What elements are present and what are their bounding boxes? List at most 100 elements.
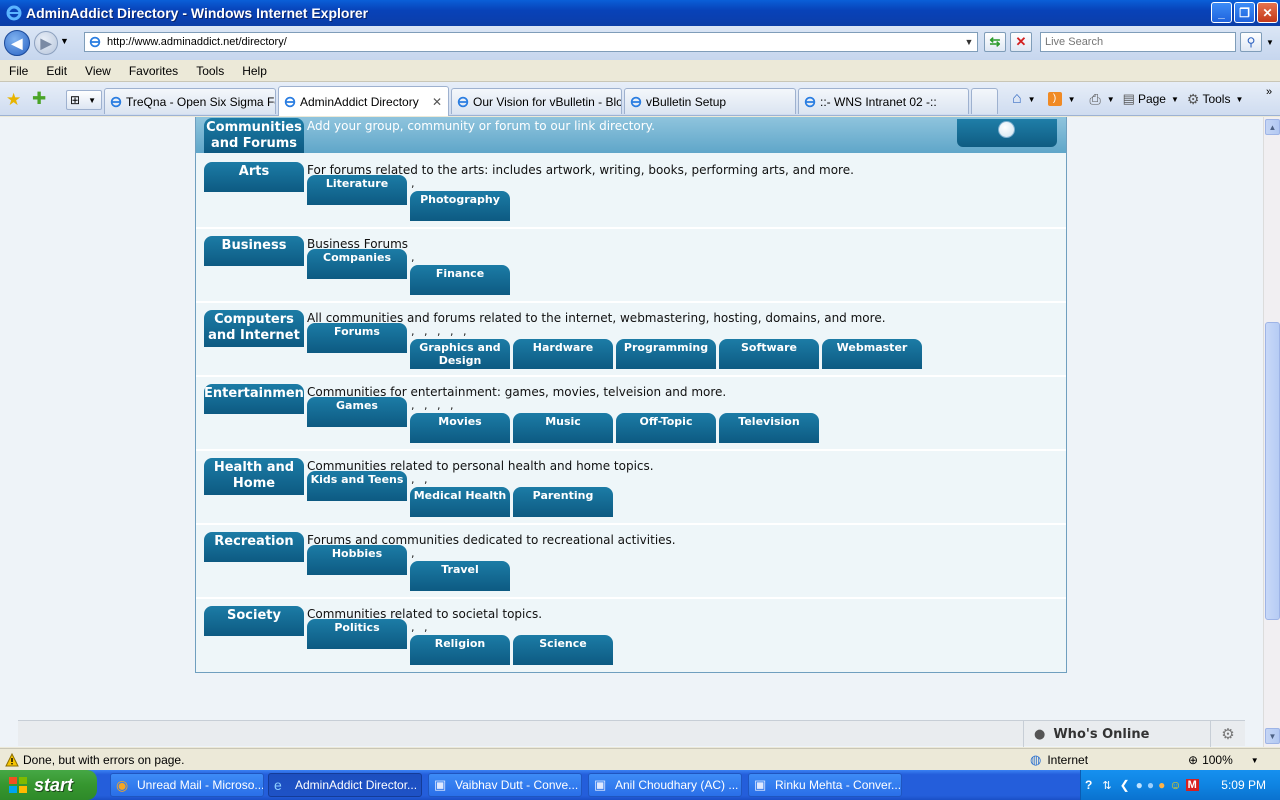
toolbar-chevron-icon[interactable]: » (1266, 86, 1272, 98)
tab-vbulletin-setup[interactable]: vBulletin Setup (624, 88, 796, 114)
scroll-down-arrow-icon[interactable]: ▼ (1265, 728, 1280, 744)
subforum-graphics-and-design[interactable]: Graphics and Design (410, 339, 510, 369)
favorites-star-icon[interactable]: ★ (6, 90, 21, 110)
search-input[interactable] (1040, 32, 1236, 52)
subforum-science[interactable]: Science (513, 635, 613, 665)
menu-help[interactable]: Help (233, 64, 276, 78)
warning-icon[interactable] (5, 752, 19, 767)
task-vaibhav-dutt[interactable]: ▣ Vaibhav Dutt - Conve... (428, 773, 582, 797)
mcafee-icon[interactable]: M (1185, 779, 1199, 791)
new-tab-button[interactable] (971, 88, 998, 114)
task-unread-mail[interactable]: ◉ Unread Mail - Microso... (110, 773, 264, 797)
subforum-webmaster[interactable]: Webmaster (822, 339, 922, 369)
subforum-companies[interactable]: Companies (307, 249, 407, 279)
subforum-hardware[interactable]: Hardware (513, 339, 613, 369)
tools-menu[interactable]: Tools (1202, 92, 1230, 106)
print-dropdown-icon[interactable]: ▼ (1107, 95, 1115, 104)
smiley-icon[interactable]: ☺ (1169, 778, 1181, 792)
subforum-medical-health[interactable]: Medical Health (410, 487, 510, 517)
vertical-scrollbar[interactable]: ▲ ▼ (1263, 117, 1280, 747)
feeds-dropdown-icon[interactable]: ▼ (1068, 95, 1076, 104)
category-health-and-home[interactable]: Health and Home (204, 458, 304, 495)
category-arts[interactable]: Arts (204, 162, 304, 192)
tools-dropdown-icon[interactable]: ▼ (1235, 95, 1243, 104)
subforum-travel[interactable]: Travel (410, 561, 510, 591)
windows-flag-icon (9, 777, 27, 793)
address-dropdown-icon[interactable]: ▼ (961, 33, 977, 51)
subforum-programming[interactable]: Programming (616, 339, 716, 369)
category-row: Health and Home Communities related to p… (196, 451, 1066, 525)
subforum-photography[interactable]: Photography (410, 191, 510, 221)
home-dropdown-icon[interactable]: ▼ (1028, 95, 1036, 104)
zone-label: Internet (1047, 753, 1089, 767)
menu-favorites[interactable]: Favorites (120, 64, 187, 78)
subforum-finance[interactable]: Finance (410, 265, 510, 295)
tab-list-dropdown-icon[interactable]: ▼ (88, 96, 96, 105)
menu-tools[interactable]: Tools (187, 64, 233, 78)
subforum-off-topic[interactable]: Off-Topic (616, 413, 716, 443)
tray-arrow-icon[interactable]: ❮ (1120, 778, 1130, 792)
zoom-control[interactable]: ⊕ 100% ▼ (1188, 751, 1259, 769)
network-icon[interactable]: ⇅ (1102, 779, 1111, 792)
category-recreation[interactable]: Recreation (204, 532, 304, 562)
forward-button[interactable]: ▶ (34, 31, 58, 55)
zoom-dropdown-icon[interactable]: ▼ (1251, 756, 1259, 765)
help-icon[interactable]: ? (1085, 778, 1092, 792)
stop-button[interactable]: ✕ (1010, 32, 1032, 52)
subforum-parenting[interactable]: Parenting (513, 487, 613, 517)
menu-edit[interactable]: Edit (37, 64, 76, 78)
subforum-kids-and-teens[interactable]: Kids and Teens (307, 471, 407, 501)
whos-online-button[interactable]: ● Who's Online (1023, 721, 1210, 747)
subforum-software[interactable]: Software (719, 339, 819, 369)
subforum-hobbies[interactable]: Hobbies (307, 545, 407, 575)
close-window-button[interactable]: ✕ (1257, 2, 1278, 23)
start-button[interactable]: start (0, 770, 97, 800)
tab-treqna[interactable]: TreQna - Open Six Sigma Fo... (104, 88, 276, 114)
url-field[interactable]: http://www.adminaddict.net/directory/ ▼ (84, 32, 978, 52)
quick-tabs-button[interactable]: ⊞ ▼ (66, 90, 102, 110)
category-society[interactable]: Society (204, 606, 304, 636)
subforum-literature[interactable]: Literature (307, 175, 407, 205)
tab-wns-intranet[interactable]: ::- WNS Intranet 02 -:: (798, 88, 969, 114)
add-favorites-icon[interactable]: ✚ (32, 89, 46, 109)
category-business[interactable]: Business (204, 236, 304, 266)
tab-vbulletin-vision[interactable]: Our Vision for vBulletin - Blo... (451, 88, 622, 114)
refresh-button[interactable]: ⇆ (984, 32, 1006, 52)
search-icon[interactable]: ⚲ (1240, 32, 1262, 52)
category-entertainment[interactable]: Entertainmen (204, 384, 304, 414)
scroll-thumb[interactable] (1265, 322, 1280, 620)
menu-view[interactable]: View (76, 64, 120, 78)
close-tab-icon[interactable]: ✕ (432, 95, 442, 109)
home-icon[interactable]: ⌂ (1012, 90, 1022, 108)
security-zone[interactable]: ◍ Internet (1030, 751, 1088, 769)
page-menu[interactable]: Page (1138, 92, 1166, 106)
restore-button[interactable]: ❐ (1234, 2, 1255, 23)
subforum-music[interactable]: Music (513, 413, 613, 443)
minimize-button[interactable]: _ (1211, 2, 1232, 23)
tab-adminaddict[interactable]: AdminAddict Directory ✕ (278, 86, 449, 116)
back-button[interactable]: ◀ (4, 30, 30, 56)
outlook-icon[interactable]: ● (1158, 778, 1165, 792)
history-dropdown-icon[interactable]: ▼ (60, 36, 69, 46)
print-icon[interactable]: ⎙ (1090, 91, 1101, 108)
task-anil-choudhary[interactable]: ▣ Anil Choudhary (AC) ... (588, 773, 742, 797)
menu-file[interactable]: File (0, 64, 37, 78)
subforum-television[interactable]: Television (719, 413, 819, 443)
subforum-politics[interactable]: Politics (307, 619, 407, 649)
task-adminaddict[interactable]: e AdminAddict Director... (268, 773, 422, 797)
category-computers-and-internet[interactable]: Computers and Internet (204, 310, 304, 347)
collapse-button[interactable] (957, 119, 1057, 147)
subforum-forums[interactable]: Forums (307, 323, 407, 353)
category-communities-and-forums[interactable]: Communities and Forums (204, 118, 304, 153)
feeds-icon[interactable]: ) (1047, 92, 1062, 106)
scroll-up-arrow-icon[interactable]: ▲ (1265, 119, 1280, 135)
messenger-icon[interactable]: ● (1136, 778, 1143, 792)
subforum-games[interactable]: Games (307, 397, 407, 427)
subforum-movies[interactable]: Movies (410, 413, 510, 443)
task-rinku-mehta[interactable]: ▣ Rinku Mehta - Conver... (748, 773, 902, 797)
search-options-icon[interactable]: ▼ (1266, 38, 1274, 47)
page-dropdown-icon[interactable]: ▼ (1171, 95, 1179, 104)
communicator-icon[interactable]: ● (1147, 778, 1154, 792)
settings-gear-icon[interactable]: ⚙ (1210, 721, 1245, 747)
subforum-religion[interactable]: Religion (410, 635, 510, 665)
